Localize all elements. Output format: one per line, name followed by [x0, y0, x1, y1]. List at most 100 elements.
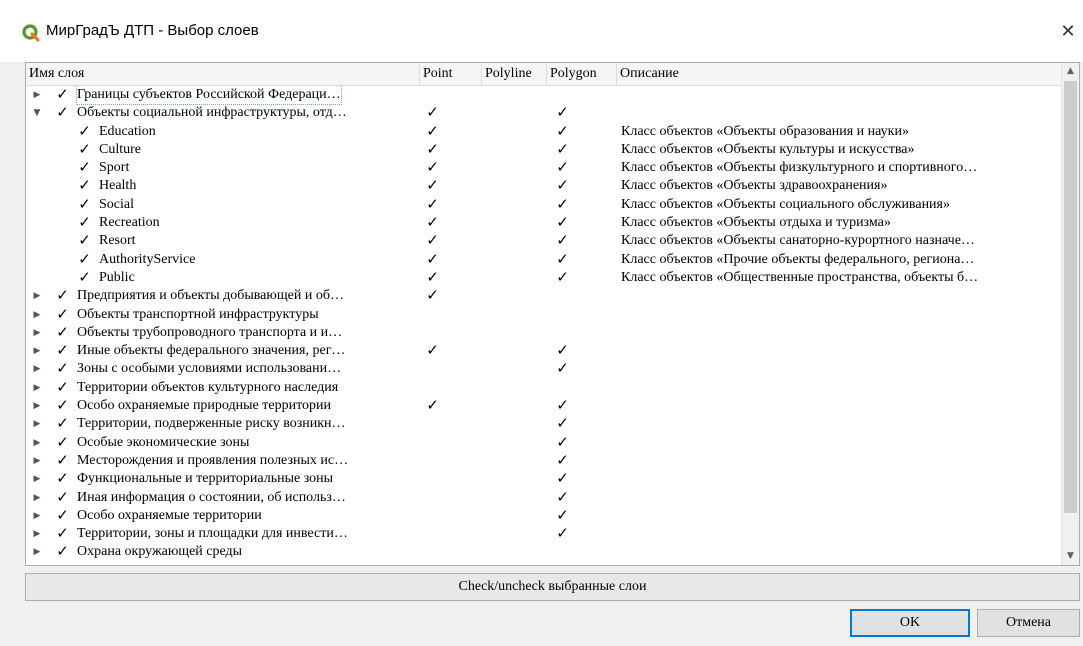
vertical-scrollbar[interactable]: ▲ ▼ — [1061, 63, 1079, 565]
layer-checkbox[interactable]: ✓ — [56, 416, 69, 431]
layer-checkbox[interactable]: ✓ — [78, 215, 91, 230]
table-row[interactable]: ▶ ✓ Иная информация о состоянии, об исполь… — [26, 489, 1063, 507]
collapsed-arrow-icon[interactable]: ▶ — [32, 379, 42, 397]
expanded-arrow-icon[interactable]: ▼ — [32, 104, 42, 122]
polygon-check-icon[interactable]: ✓ — [556, 196, 569, 211]
layer-checkbox[interactable]: ✓ — [56, 379, 69, 394]
polygon-check-icon[interactable]: ✓ — [556, 269, 569, 284]
layer-checkbox[interactable]: ✓ — [56, 306, 69, 321]
close-button[interactable]: ✕ — [1053, 14, 1083, 48]
polygon-check-icon[interactable]: ✓ — [556, 141, 569, 156]
polygon-check-icon[interactable]: ✓ — [556, 434, 569, 449]
polygon-check-icon[interactable]: ✓ — [556, 160, 569, 175]
polygon-check-icon[interactable]: ✓ — [556, 489, 569, 504]
table-row[interactable]: ▶ ✓ Границы субъектов Российской Федераци… — [26, 86, 1063, 105]
layer-checkbox[interactable]: ✓ — [56, 471, 69, 486]
layer-checkbox[interactable]: ✓ — [78, 141, 91, 156]
layer-checkbox[interactable]: ✓ — [78, 123, 91, 138]
layer-checkbox[interactable]: ✓ — [56, 361, 69, 376]
table-row[interactable]: ▼ ✓ Объекты социальной инфраструктуры, отд… — [26, 104, 1063, 122]
collapsed-arrow-icon[interactable]: ▶ — [32, 489, 42, 507]
collapsed-arrow-icon[interactable]: ▶ — [32, 360, 42, 378]
layer-tree[interactable]: Имя слоя Point Polyline Polygon Описание… — [25, 62, 1080, 566]
point-check-icon[interactable]: ✓ — [426, 123, 439, 138]
polygon-check-icon[interactable]: ✓ — [556, 507, 569, 522]
table-row[interactable]: ▶ ✓ Предприятия и объекты добывающей и об…… — [26, 287, 1063, 305]
collapsed-arrow-icon[interactable]: ▶ — [32, 306, 42, 324]
polygon-check-icon[interactable]: ✓ — [556, 105, 569, 120]
polygon-check-icon[interactable]: ✓ — [556, 471, 569, 486]
point-check-icon[interactable]: ✓ — [426, 288, 439, 303]
table-row[interactable]: ▶ ✓ Особо охраняемые территории ✓ — [26, 507, 1063, 525]
collapsed-arrow-icon[interactable]: ▶ — [32, 415, 42, 433]
table-row[interactable]: ✓ Social ✓ ✓ Класс объектов «Объекты социаль… — [26, 196, 1063, 214]
table-row[interactable]: ▶ ✓ Месторождения и проявления полезных ис… — [26, 452, 1063, 470]
table-row[interactable]: ✓ Culture ✓ ✓ Класс объектов «Объекты культу… — [26, 141, 1063, 159]
ok-button[interactable]: OK — [850, 609, 970, 637]
layer-checkbox[interactable]: ✓ — [56, 452, 69, 467]
layer-checkbox[interactable]: ✓ — [56, 343, 69, 358]
point-check-icon[interactable]: ✓ — [426, 233, 439, 248]
layer-checkbox[interactable]: ✓ — [56, 544, 69, 559]
point-check-icon[interactable]: ✓ — [426, 269, 439, 284]
point-check-icon[interactable]: ✓ — [426, 196, 439, 211]
table-row[interactable]: ▶ ✓ Территории объектов культурного наслед… — [26, 379, 1063, 397]
layer-checkbox[interactable]: ✓ — [56, 507, 69, 522]
table-row[interactable]: ✓ Recreation ✓ ✓ Класс объектов «Объекты отд… — [26, 214, 1063, 232]
collapsed-arrow-icon[interactable]: ▶ — [32, 397, 42, 415]
collapsed-arrow-icon[interactable]: ▶ — [32, 525, 42, 543]
table-row[interactable]: ▶ ✓ Объекты трубопроводного транспорта и и… — [26, 324, 1063, 342]
table-row[interactable]: ▶ ✓ Иные объекты федерального значения, ре… — [26, 342, 1063, 360]
scrollbar-thumb[interactable] — [1064, 81, 1077, 513]
cancel-button[interactable]: Отмена — [977, 609, 1080, 637]
polygon-check-icon[interactable]: ✓ — [556, 215, 569, 230]
polygon-check-icon[interactable]: ✓ — [556, 526, 569, 541]
polygon-check-icon[interactable]: ✓ — [556, 251, 569, 266]
polygon-check-icon[interactable]: ✓ — [556, 123, 569, 138]
table-row[interactable]: ▶ ✓ Особые экономические зоны ✓ — [26, 434, 1063, 452]
collapsed-arrow-icon[interactable]: ▶ — [32, 543, 42, 561]
polygon-check-icon[interactable]: ✓ — [556, 233, 569, 248]
polygon-check-icon[interactable]: ✓ — [556, 178, 569, 193]
point-check-icon[interactable]: ✓ — [426, 141, 439, 156]
column-header-layer-name[interactable]: Имя слоя — [26, 63, 420, 85]
layer-checkbox[interactable]: ✓ — [78, 269, 91, 284]
layer-checkbox[interactable]: ✓ — [56, 398, 69, 413]
column-header-point[interactable]: Point — [420, 63, 482, 85]
point-check-icon[interactable]: ✓ — [426, 398, 439, 413]
polygon-check-icon[interactable]: ✓ — [556, 398, 569, 413]
table-row[interactable]: ▶ ✓ Функциональные и территориальные зоны ✓ — [26, 470, 1063, 488]
table-row[interactable]: ▶ ✓ Территории, подверженные риску возникн… — [26, 415, 1063, 433]
collapsed-arrow-icon[interactable]: ▶ — [32, 470, 42, 488]
point-check-icon[interactable]: ✓ — [426, 178, 439, 193]
table-row[interactable]: ▶ ✓ Зоны с особыми условиями использовани…… — [26, 360, 1063, 378]
point-check-icon[interactable]: ✓ — [426, 105, 439, 120]
table-row[interactable]: ▶ ✓ Охрана окружающей среды — [26, 543, 1063, 561]
table-row[interactable]: ✓ Public ✓ ✓ Класс объектов «Общественные пр… — [26, 269, 1063, 287]
column-header-description[interactable]: Описание — [617, 63, 1063, 85]
table-row[interactable]: ✓ Health ✓ ✓ Класс объектов «Объекты здравоо… — [26, 177, 1063, 195]
layer-checkbox[interactable]: ✓ — [78, 251, 91, 266]
column-header-polyline[interactable]: Polyline — [482, 63, 547, 85]
layer-checkbox[interactable]: ✓ — [78, 160, 91, 175]
collapsed-arrow-icon[interactable]: ▶ — [32, 287, 42, 305]
point-check-icon[interactable]: ✓ — [426, 343, 439, 358]
table-row[interactable]: ▶ ✓ Территории, зоны и площадки для инвест… — [26, 525, 1063, 543]
point-check-icon[interactable]: ✓ — [426, 160, 439, 175]
scroll-down-icon[interactable]: ▼ — [1062, 548, 1079, 565]
column-header-polygon[interactable]: Polygon — [547, 63, 617, 85]
table-row[interactable]: ✓ Resort ✓ ✓ Класс объектов «Объекты санатор… — [26, 232, 1063, 250]
layer-checkbox[interactable]: ✓ — [56, 489, 69, 504]
polygon-check-icon[interactable]: ✓ — [556, 361, 569, 376]
table-row[interactable]: ✓ AuthorityService ✓ ✓ Класс объектов «Прочи… — [26, 251, 1063, 269]
collapsed-arrow-icon[interactable]: ▶ — [32, 342, 42, 360]
table-row[interactable]: ▶ ✓ Особо охраняемые природные территории ✓… — [26, 397, 1063, 415]
layer-checkbox[interactable]: ✓ — [56, 324, 69, 339]
polygon-check-icon[interactable]: ✓ — [556, 343, 569, 358]
table-row[interactable]: ✓ Education ✓ ✓ Класс объектов «Объекты обра… — [26, 123, 1063, 141]
layer-checkbox[interactable]: ✓ — [56, 288, 69, 303]
point-check-icon[interactable]: ✓ — [426, 251, 439, 266]
check-uncheck-button[interactable]: Check/uncheck выбранные слои — [25, 573, 1080, 601]
layer-checkbox[interactable]: ✓ — [56, 526, 69, 541]
layer-checkbox[interactable]: ✓ — [56, 87, 69, 102]
